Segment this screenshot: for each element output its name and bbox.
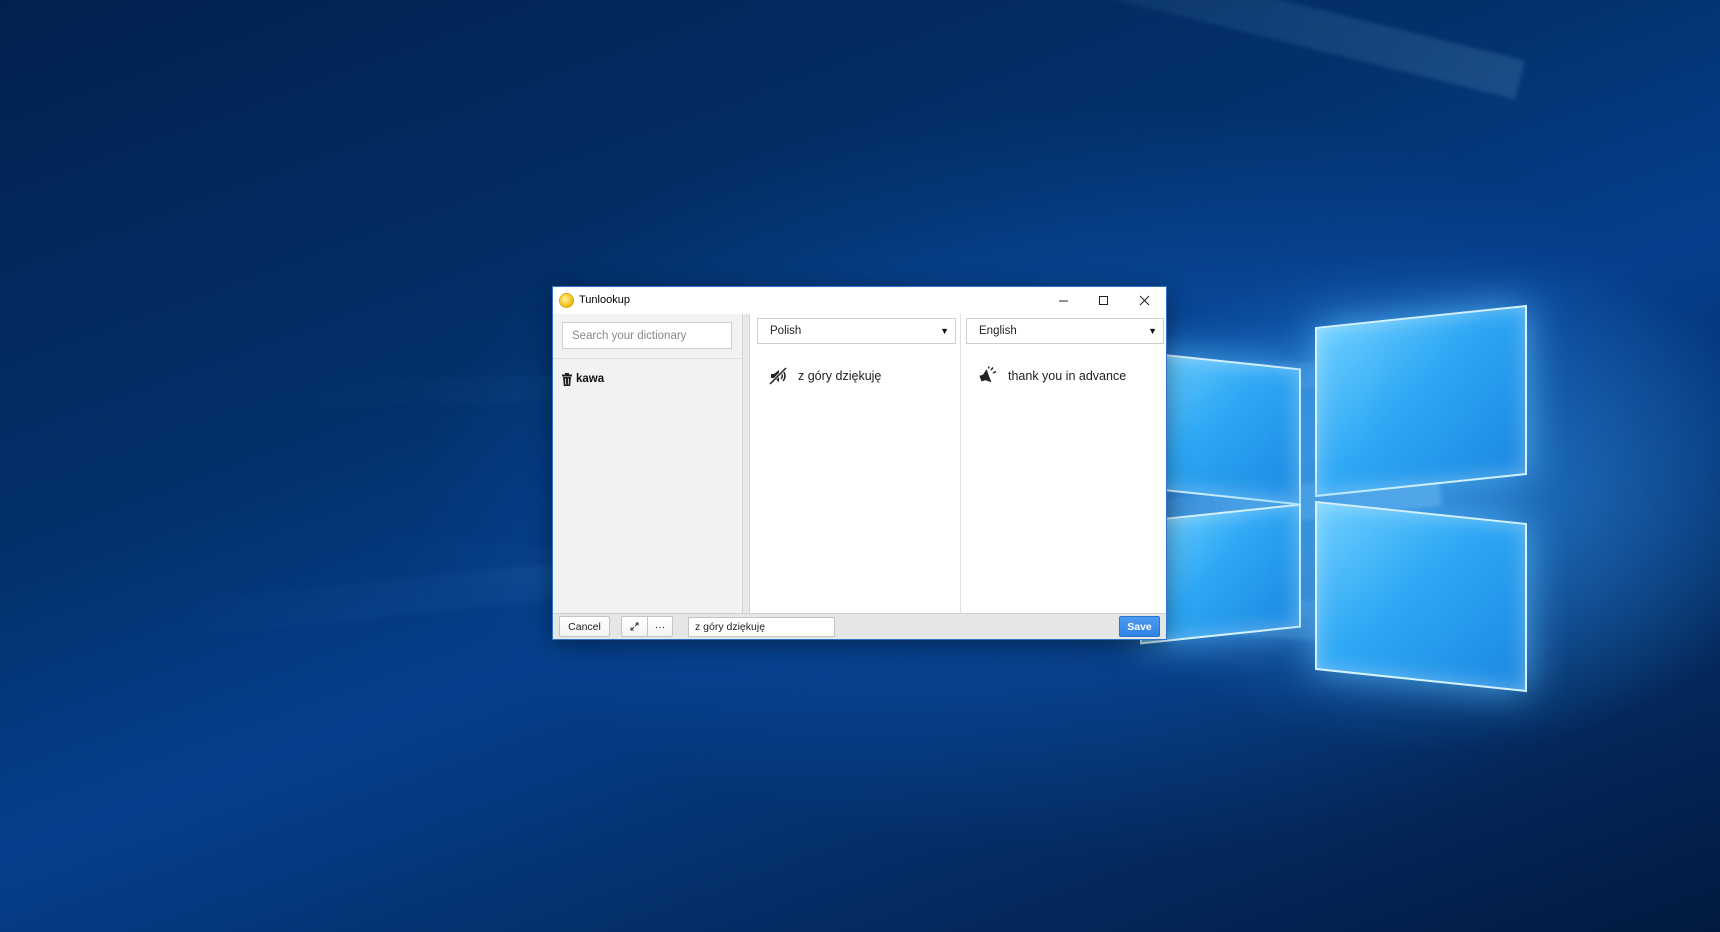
title-bar[interactable]: Tunlookup (553, 287, 1166, 314)
trash-icon[interactable] (561, 372, 573, 386)
logo-pane (1315, 500, 1527, 693)
target-phrase: thank you in advance (1008, 369, 1127, 383)
windows-logo (1140, 300, 1560, 720)
logo-pane (1315, 304, 1527, 498)
sidebar: kawa (553, 314, 746, 613)
search-input[interactable] (562, 322, 732, 349)
source-phrase: z góry dziękuję (798, 369, 882, 383)
cancel-button[interactable]: Cancel (559, 616, 610, 637)
chevron-down-icon: ▼ (940, 326, 949, 336)
target-pane: English ▼ thank you in advance (961, 314, 1166, 613)
bottom-toolbar: Cancel ··· Save (553, 613, 1166, 639)
save-button[interactable]: Save (1119, 616, 1160, 637)
more-options-button[interactable]: ··· (647, 616, 673, 637)
maximize-button[interactable] (1083, 287, 1123, 314)
entry-label: kawa (576, 373, 605, 385)
source-phrase-row: z góry dziękuję (768, 366, 881, 386)
divider (553, 358, 745, 359)
source-pane: Polish ▼ z góry dziękuję (750, 314, 961, 613)
speaker-muted-icon[interactable] (768, 366, 788, 386)
minimize-button[interactable] (1043, 287, 1083, 314)
light-beam (40, 0, 1525, 100)
source-language-label: Polish (770, 325, 802, 337)
target-language-select[interactable]: English ▼ (966, 318, 1164, 344)
target-phrase-row: thank you in advance (978, 366, 1126, 386)
app-logo-icon (560, 294, 573, 307)
desktop-background: Tunlookup kawa (0, 0, 1720, 932)
window-title: Tunlookup (579, 294, 630, 306)
dictionary-entry[interactable]: kawa (561, 370, 604, 388)
pane-splitter[interactable] (742, 314, 750, 613)
close-button[interactable] (1124, 287, 1164, 314)
source-language-select[interactable]: Polish ▼ (757, 318, 956, 344)
chevron-down-icon: ▼ (1148, 326, 1157, 336)
close-icon (1139, 295, 1149, 306)
maximize-icon (1098, 296, 1108, 305)
minimize-icon (1058, 300, 1068, 302)
expand-button[interactable] (621, 616, 648, 637)
app-window: Tunlookup kawa (553, 287, 1166, 639)
expand-icon (630, 622, 639, 631)
phrase-input[interactable] (688, 617, 835, 637)
target-language-label: English (979, 325, 1017, 337)
speaker-icon[interactable] (978, 366, 998, 386)
